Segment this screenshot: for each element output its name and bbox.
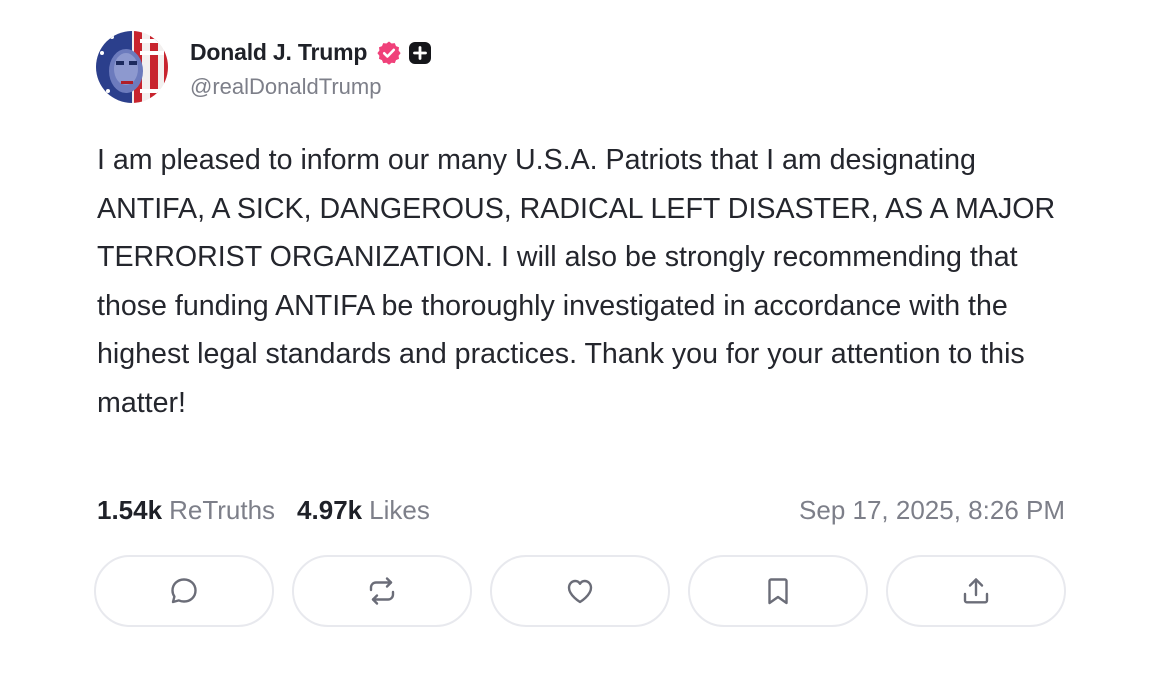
retruth-button[interactable] bbox=[292, 555, 472, 627]
bookmark-icon bbox=[768, 578, 788, 605]
name-row: Donald J. Trump bbox=[190, 35, 432, 71]
retruths-stat[interactable]: 1.54k ReTruths bbox=[97, 495, 275, 526]
retruth-icon bbox=[369, 577, 395, 605]
likes-stat[interactable]: 4.97k Likes bbox=[297, 495, 430, 526]
post-actions bbox=[94, 555, 1066, 627]
share-upload-icon bbox=[963, 578, 989, 604]
likes-count: 4.97k bbox=[297, 494, 363, 525]
share-button[interactable] bbox=[886, 555, 1066, 627]
retruths-count: 1.54k bbox=[97, 494, 163, 525]
post-header: Donald J. Trump @realDonaldTrump bbox=[96, 31, 432, 103]
author-handle[interactable]: @realDonaldTrump bbox=[190, 74, 432, 100]
post-stats: 1.54k ReTruths 4.97k Likes Sep 17, 2025,… bbox=[97, 490, 1065, 530]
plus-badge-icon bbox=[408, 41, 432, 65]
reply-icon bbox=[171, 578, 197, 604]
bookmark-button[interactable] bbox=[688, 555, 868, 627]
avatar[interactable] bbox=[96, 31, 168, 103]
likes-label: Likes bbox=[369, 494, 430, 525]
verified-check-icon bbox=[376, 40, 402, 66]
like-heart-icon bbox=[567, 579, 593, 604]
post-body-text: I am pleased to inform our many U.S.A. P… bbox=[97, 144, 1056, 419]
retruths-label: ReTruths bbox=[169, 494, 276, 525]
reply-button[interactable] bbox=[94, 555, 274, 627]
truth-post: Donald J. Trump @realDonaldTrump I am pl… bbox=[0, 0, 1155, 675]
like-button[interactable] bbox=[490, 555, 670, 627]
post-timestamp[interactable]: Sep 17, 2025, 8:26 PM bbox=[799, 495, 1065, 526]
author-identity: Donald J. Trump @realDonaldTrump bbox=[190, 35, 432, 100]
avatar-image bbox=[96, 31, 168, 103]
author-display-name[interactable]: Donald J. Trump bbox=[190, 39, 367, 66]
